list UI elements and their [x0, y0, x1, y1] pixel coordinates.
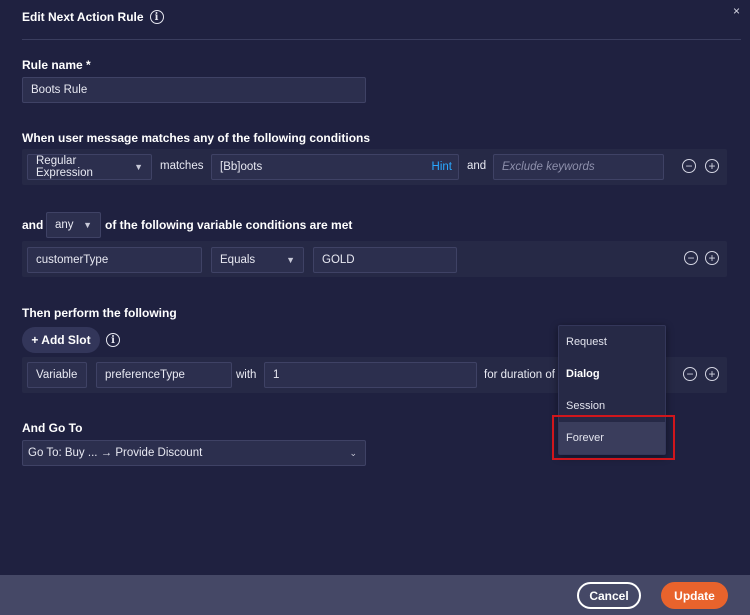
operator-value: Equals — [220, 254, 256, 266]
go-to-select[interactable]: Go To: Buy ... → Provide Discount ⌄ — [22, 440, 366, 466]
variable-name-input[interactable]: customerType — [27, 247, 202, 273]
header-divider — [22, 39, 741, 40]
matches-text: matches — [160, 160, 204, 172]
quantifier-value: any — [55, 219, 74, 231]
duration-option-request[interactable]: Request — [559, 326, 665, 358]
chevron-down-icon: ▼ — [83, 220, 92, 230]
variable-conditions-label: of the following variable conditions are… — [105, 218, 353, 232]
slot-name-input[interactable]: preferenceType — [96, 362, 232, 388]
pattern-input[interactable]: [Bb]oots Hint — [211, 154, 459, 180]
actions-label: Then perform the following — [22, 306, 177, 320]
rule-name-input[interactable]: Boots Rule — [22, 77, 366, 103]
hint-link[interactable]: Hint — [432, 161, 452, 173]
go-to-value: Go To: Buy ... → Provide Discount — [28, 447, 203, 459]
and-text: and — [467, 160, 487, 172]
rule-name-label: Rule name * — [22, 58, 91, 72]
duration-text: for duration of — [484, 369, 555, 381]
dialog-title: Edit Next Action Rule — [22, 10, 144, 24]
with-text: with — [236, 369, 257, 381]
remove-slot-icon[interactable]: − — [683, 367, 697, 381]
close-icon[interactable]: × — [733, 4, 740, 18]
message-conditions-label: When user message matches any of the fol… — [22, 131, 371, 145]
exclude-keywords-input[interactable]: Exclude keywords — [493, 154, 664, 180]
remove-variable-condition-icon[interactable]: − — [684, 251, 698, 265]
slot-type-field[interactable]: Variable — [27, 362, 87, 388]
add-slot-icon[interactable]: + — [705, 367, 719, 381]
variable-value-input[interactable]: GOLD — [313, 247, 457, 273]
chevron-down-icon: ▼ — [134, 162, 143, 172]
add-variable-condition-icon[interactable]: + — [705, 251, 719, 265]
info-icon[interactable]: i — [149, 10, 164, 24]
duration-option-dialog[interactable]: Dialog — [559, 358, 665, 390]
slot-value-input[interactable]: 1 — [264, 362, 477, 388]
highlight-box — [552, 415, 675, 460]
match-type-select[interactable]: Regular Expression ▼ — [27, 154, 152, 180]
remove-condition-icon[interactable]: − — [682, 159, 696, 173]
add-condition-icon[interactable]: + — [705, 159, 719, 173]
quantifier-select[interactable]: any ▼ — [46, 212, 101, 238]
match-type-value: Regular Expression — [36, 155, 93, 179]
dialog-header: Edit Next Action Rule i — [22, 10, 164, 24]
operator-select[interactable]: Equals ▼ — [211, 247, 304, 273]
pattern-value: [Bb]oots — [220, 161, 263, 173]
chevron-down-icon: ▼ — [286, 255, 295, 265]
go-to-label: And Go To — [22, 421, 83, 435]
exclude-keywords-placeholder: Exclude keywords — [502, 161, 595, 173]
variable-conditions-prefix: and — [22, 218, 44, 232]
cancel-button[interactable]: Cancel — [577, 582, 641, 609]
update-button[interactable]: Update — [661, 582, 728, 609]
add-slot-info-icon[interactable]: i — [106, 333, 120, 347]
chevron-down-icon: ⌄ — [349, 447, 357, 458]
add-slot-button[interactable]: + Add Slot — [22, 327, 100, 353]
